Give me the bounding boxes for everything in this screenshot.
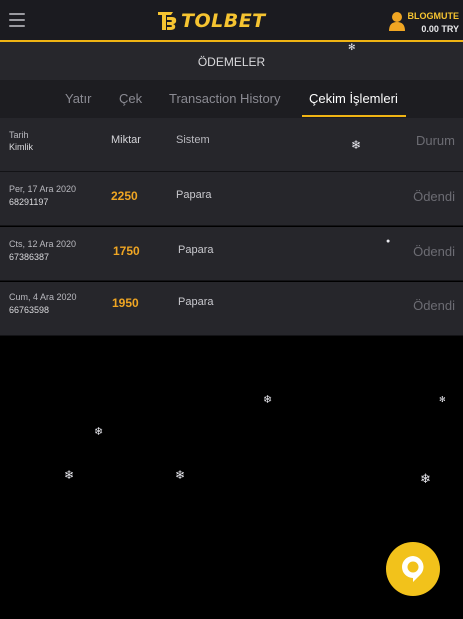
snowflake-icon: ❄: [351, 138, 362, 152]
row-date: Cts, 12 Ara 2020: [9, 239, 77, 249]
chat-bubble-icon: [402, 556, 424, 582]
logo-text: TOLBET: [181, 10, 266, 32]
row-date: Per, 17 Ara 2020: [9, 184, 77, 194]
row-system: Papara: [178, 296, 214, 308]
table-row[interactable]: Cts, 12 Ara 2020 67386387 1750 Papara Öd…: [0, 227, 463, 281]
logo[interactable]: TOLBET: [155, 8, 266, 34]
hamburger-icon[interactable]: [9, 13, 25, 29]
row-status: Ödendi: [413, 189, 455, 204]
row-amount: 1750: [113, 244, 140, 258]
logo-mark-icon: [158, 12, 177, 30]
header-id: Kimlik: [9, 142, 33, 152]
row-system: Papara: [176, 189, 212, 201]
top-bar: TOLBET BLOGMUTE 0.00 TRY: [0, 0, 463, 42]
row-system: Papara: [178, 244, 214, 256]
tab-deposit[interactable]: Yatır: [65, 91, 92, 106]
snowflake-icon: ❄: [420, 471, 431, 486]
snowflake-icon: ❄: [175, 468, 186, 482]
snowflake-icon: ❄: [64, 468, 75, 482]
snowflake-icon: ✻: [348, 42, 356, 52]
row-id: 66763598: [9, 305, 50, 315]
tab-bar: Yatır Çek Transaction History Çekim İşle…: [0, 80, 463, 118]
user-icon[interactable]: [388, 11, 406, 31]
tab-withdraw[interactable]: Çek: [119, 91, 142, 106]
table-row[interactable]: Cum, 4 Ara 2020 66763598 1950 Papara Öde…: [0, 282, 463, 336]
active-tab-indicator: [302, 115, 406, 117]
row-amount: 2250: [111, 189, 138, 203]
row-status: Ödendi: [413, 298, 455, 313]
username[interactable]: BLOGMUTE: [408, 11, 460, 21]
snowflake-icon: ✻: [439, 395, 446, 404]
snowflake-icon: ●: [386, 238, 391, 245]
header-date: Tarih: [9, 130, 29, 140]
row-id: 67386387: [9, 252, 50, 262]
row-id: 68291197: [9, 197, 49, 207]
header-status: Durum: [415, 133, 455, 148]
live-chat-button[interactable]: [386, 542, 440, 596]
page-title: ÖDEMELER: [0, 42, 463, 80]
tab-withdrawal-operations[interactable]: Çekim İşlemleri: [309, 91, 398, 106]
row-status: Ödendi: [413, 244, 455, 259]
table-row[interactable]: Per, 17 Ara 2020 68291197 2250 Papara Öd…: [0, 172, 463, 226]
balance: 0.00 TRY: [421, 24, 459, 34]
header-amount: Miktar: [111, 134, 141, 146]
row-amount: 1950: [112, 296, 139, 310]
tab-transaction-history[interactable]: Transaction History: [169, 91, 281, 106]
table-header: Tarih Kimlik Miktar Sistem Durum: [0, 118, 463, 172]
snowflake-icon: ❄: [263, 394, 273, 406]
row-date: Cum, 4 Ara 2020: [9, 292, 77, 302]
snowflake-icon: ❄: [94, 426, 104, 438]
header-system: Sistem: [176, 134, 210, 146]
